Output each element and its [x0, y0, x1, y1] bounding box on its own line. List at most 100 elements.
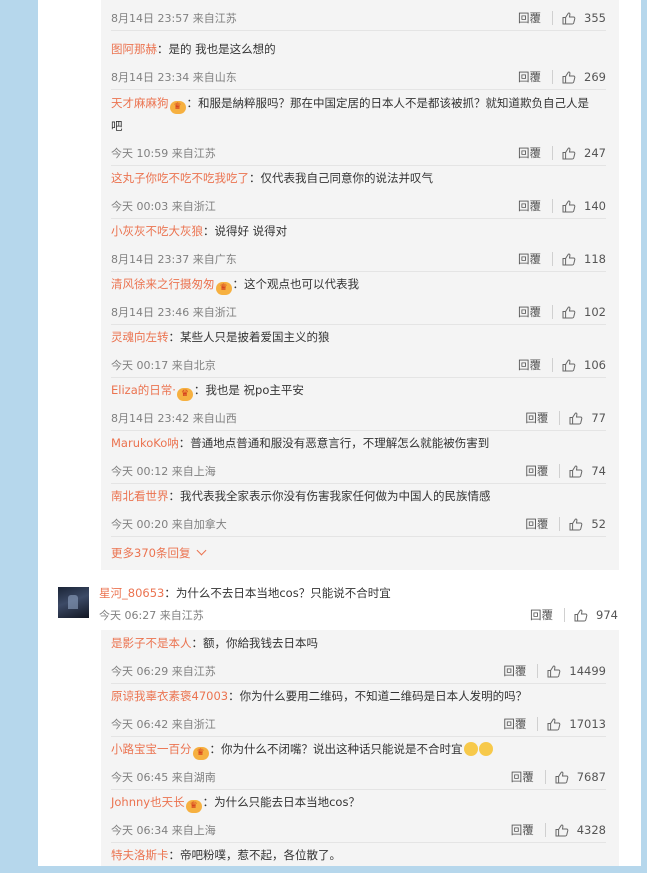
divider	[111, 536, 606, 537]
reply-text: ：仅代表我自己同意你的说法并叹气	[249, 171, 433, 185]
divider	[544, 770, 546, 784]
like-count: 77	[591, 411, 606, 425]
reply-button[interactable]: 回覆	[503, 716, 526, 732]
reply-button[interactable]: 回覆	[518, 251, 541, 267]
reply-button[interactable]: 回覆	[518, 69, 541, 85]
divider	[552, 146, 554, 160]
reply-username[interactable]: 清风徐来之行摄匆匆	[111, 277, 215, 291]
reply-meta: 8月14日 23:46 来自浙江	[111, 306, 237, 319]
like-count: 118	[584, 252, 606, 266]
reply-username[interactable]: MarukoKo呐	[111, 436, 179, 450]
reply-item: 小灰灰不吃大灰狼：说得好 说得对 8月14日 23:37 来自广东 回覆 118	[111, 219, 606, 272]
reply-item: 图阿那赫：是的 我也是这么想的 8月14日 23:34 来自山东 回覆 269	[111, 37, 606, 90]
reply-username[interactable]: 小路宝宝一百分	[111, 742, 192, 756]
thumbs-up-icon[interactable]	[547, 718, 561, 731]
thumbs-up-icon[interactable]	[562, 147, 576, 160]
emoji-icon	[478, 742, 493, 756]
reply-item: 特夫洛斯卡：帝吧粉噗，惹不起，各位散了。	[111, 843, 606, 873]
reply-actions: 回覆 102	[518, 304, 606, 320]
member-badge-icon: ♛	[215, 282, 232, 295]
thumbs-up-icon[interactable]	[555, 824, 569, 837]
reply-button[interactable]: 回覆	[518, 357, 541, 373]
member-badge-icon: ♛	[185, 800, 202, 813]
more-replies-link[interactable]: 更多370条回复	[111, 545, 207, 561]
like-count: 4328	[576, 823, 606, 837]
reply-button[interactable]: 回覆	[525, 410, 548, 426]
reply-text: ：额，你給我钱去日本吗	[191, 636, 319, 650]
reply-meta: 今天 06:34 来自上海	[111, 824, 216, 837]
member-badge-icon: ♛	[169, 101, 186, 114]
thumbs-up-icon[interactable]	[562, 359, 576, 372]
reply-text: ：我也是 祝po主平安	[193, 383, 304, 397]
reply-actions: 回覆 17013	[503, 716, 606, 732]
reply-button[interactable]: 回覆	[525, 516, 548, 532]
thumbs-up-icon[interactable]	[562, 12, 576, 25]
reply-text-line: Johnny也天长 ♛ ：为什么只能去日本当地cos？	[111, 792, 606, 813]
reply-meta: 8月14日 23:37 来自广东	[111, 253, 237, 266]
divider	[559, 464, 561, 478]
like-count: 74	[591, 464, 606, 478]
reply-button[interactable]: 回覆	[518, 145, 541, 161]
thumbs-up-icon[interactable]	[569, 518, 583, 531]
like-count: 17013	[569, 717, 606, 731]
reply-username[interactable]: 灵魂向左转	[111, 330, 169, 344]
like-count: 102	[584, 305, 606, 319]
like-count: 247	[584, 146, 606, 160]
like-count: 974	[596, 608, 618, 622]
thumbs-up-icon[interactable]	[562, 306, 576, 319]
member-badge-icon: ♛	[176, 388, 193, 401]
reply-username[interactable]: 这丸子你吃不吃不吃我吃了	[111, 171, 249, 185]
divider	[111, 30, 606, 31]
reply-username[interactable]: 南北看世界	[111, 489, 169, 503]
reply-username[interactable]: 是影子不是本人	[111, 636, 192, 650]
reply-actions: 回覆 140	[518, 198, 606, 214]
reply-text: ：你为什么不闭嘴？说出这种话只能说是不合时宜	[209, 742, 463, 756]
thumbs-up-icon[interactable]	[555, 771, 569, 784]
reply-text: ：你为什么要用二维码，不知道二维码是日本人发明的吗？	[228, 689, 528, 703]
thumbs-up-icon[interactable]	[547, 665, 561, 678]
reply-username[interactable]: Johnny也天长	[111, 795, 185, 809]
reply-text: ：普通地点普通和服没有恶意言行，不理解怎么就能被伤害到	[178, 436, 490, 450]
divider	[559, 411, 561, 425]
reply-username[interactable]: 原谅我辜衣素褒47003	[111, 689, 228, 703]
reply-username[interactable]: 特夫洛斯卡	[111, 848, 169, 862]
reply-button[interactable]: 回覆	[518, 304, 541, 320]
reply-actions: 回覆 77	[525, 410, 606, 426]
reply-button[interactable]: 回覆	[503, 663, 526, 679]
thumbs-up-icon[interactable]	[562, 71, 576, 84]
reply-text: ：这个观点也可以代表我	[232, 277, 360, 291]
member-badge-icon: ♛	[192, 747, 209, 760]
thumbs-up-icon[interactable]	[562, 253, 576, 266]
divider	[559, 517, 561, 531]
reply-text-line: 原谅我辜衣素褒47003：你为什么要用二维码，不知道二维码是日本人发明的吗？	[111, 686, 606, 706]
reply-meta: 今天 00:17 来自北京	[111, 359, 216, 372]
reply-button[interactable]: 回覆	[511, 769, 534, 785]
reply-text-line: 天才麻麻狗 ♛ ：和服是納粹服吗？那在中国定居的日本人不是都该被抓？就知道欺负自己人…	[111, 92, 600, 138]
reply-item: 清风徐来之行摄匆匆 ♛ ：这个观点也可以代表我 8月14日 23:46 来自浙江 回覆 1…	[111, 272, 606, 325]
like-count: 269	[584, 70, 606, 84]
thumbs-up-icon[interactable]	[569, 465, 583, 478]
divider	[552, 358, 554, 372]
reply-button[interactable]: 回覆	[525, 463, 548, 479]
more-replies-label: 更多370条回复	[111, 546, 191, 560]
reply-button[interactable]: 回覆	[530, 607, 553, 623]
divider	[537, 717, 539, 731]
reply-username[interactable]: 天才麻麻狗	[111, 96, 169, 110]
avatar[interactable]	[58, 587, 89, 618]
reply-meta: 8月14日 23:34 来自山东	[111, 71, 237, 84]
reply-button[interactable]: 回覆	[511, 822, 534, 838]
reply-username[interactable]: 小灰灰不吃大灰狼	[111, 224, 203, 238]
reply-meta: 今天 06:42 来自浙江	[111, 718, 216, 731]
comment-username[interactable]: 星河_80653	[99, 586, 164, 600]
reply-item: Johnny也天长 ♛ ：为什么只能去日本当地cos？ 今天 06:34 来自上海 回覆…	[111, 790, 606, 843]
thumbs-up-icon[interactable]	[562, 200, 576, 213]
reply-button[interactable]: 回覆	[518, 198, 541, 214]
reply-actions: 回覆 14499	[503, 663, 606, 679]
thumbs-up-icon[interactable]	[574, 609, 588, 622]
reply-button[interactable]: 回覆	[518, 10, 541, 26]
emoji-icon	[463, 742, 478, 756]
reply-username[interactable]: 图阿那赫	[111, 42, 157, 56]
reply-text-line: 小灰灰不吃大灰狼：说得好 说得对	[111, 221, 606, 241]
thumbs-up-icon[interactable]	[569, 412, 583, 425]
reply-username[interactable]: Eliza的日常·	[111, 383, 176, 397]
